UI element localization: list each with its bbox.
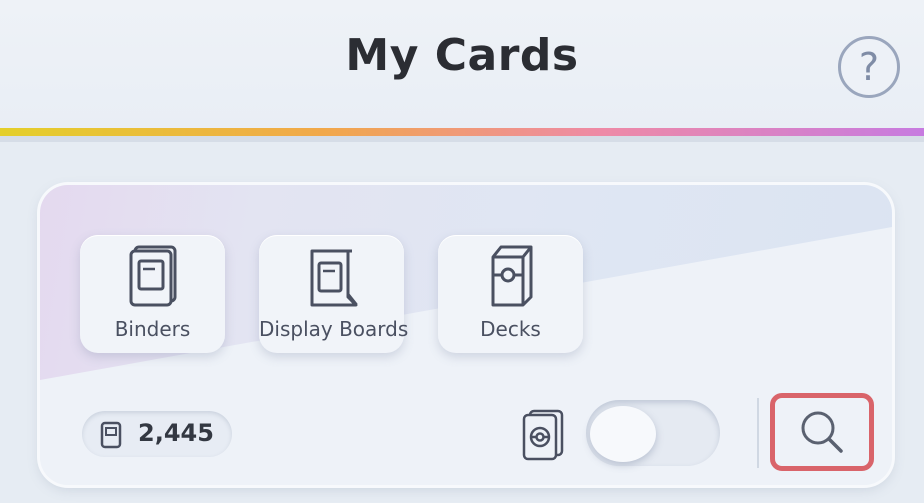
binders-tile[interactable]: Binders	[80, 235, 225, 353]
question-circle-icon: ?	[858, 45, 880, 89]
decks-label: Decks	[480, 317, 541, 341]
search-icon	[801, 411, 843, 453]
display-boards-label: Display Boards	[259, 317, 409, 341]
page-title: My Cards	[345, 30, 579, 81]
display-board-icon	[259, 239, 404, 313]
deck-box-icon	[438, 239, 583, 313]
decks-tile[interactable]: Decks	[438, 235, 583, 353]
card-count-badge: 2,445	[82, 411, 232, 457]
display-boards-tile[interactable]: Display Boards	[259, 235, 409, 353]
deck-view-toggle[interactable]	[586, 400, 720, 466]
accent-shadow	[0, 136, 924, 142]
accent-divider	[0, 128, 924, 136]
header-bar: My Cards ?	[0, 0, 924, 130]
help-button[interactable]: ?	[838, 36, 900, 98]
toggle-knob[interactable]	[590, 406, 656, 462]
deck-cards-icon	[522, 409, 564, 461]
card-count-value: 2,445	[138, 419, 214, 447]
collection-panel: Binders Display Boards Decks 2,445	[40, 185, 892, 485]
card-icon	[100, 421, 122, 449]
search-button[interactable]	[770, 393, 874, 471]
binders-label: Binders	[114, 317, 191, 341]
toolbar-divider	[757, 398, 759, 468]
binder-icon	[80, 239, 225, 313]
